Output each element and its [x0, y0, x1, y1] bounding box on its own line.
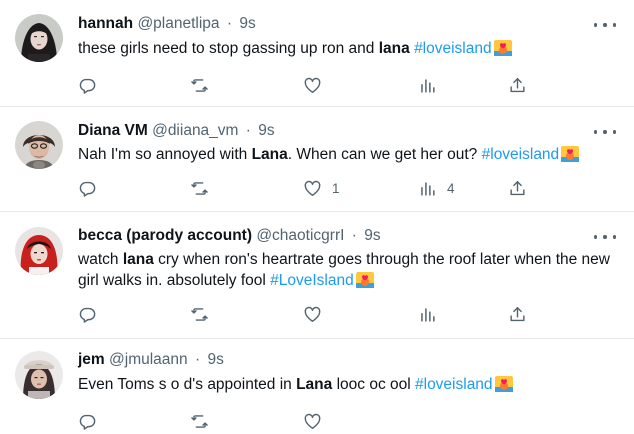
- share-button[interactable]: [508, 75, 527, 95]
- user-handle[interactable]: @chaoticgrrI: [256, 227, 344, 244]
- views-button[interactable]: 4: [418, 178, 455, 198]
- avatar[interactable]: [15, 121, 63, 169]
- retweet-icon: [191, 78, 208, 92]
- user-handle[interactable]: @diiana_vm: [152, 122, 238, 139]
- heart-icon: [304, 413, 321, 429]
- reply-icon: [79, 414, 96, 430]
- avatar[interactable]: [15, 14, 63, 62]
- display-name[interactable]: hannah: [78, 15, 133, 32]
- hashtag-link[interactable]: #loveisland: [414, 40, 492, 57]
- avatar[interactable]: [15, 227, 63, 275]
- tweet-actions: 1 4: [78, 178, 538, 198]
- timestamp[interactable]: 9s: [364, 227, 380, 244]
- tweet-text: Even Toms s o d's appointed in Lana looc…: [78, 374, 612, 395]
- tweet-actions: [78, 411, 538, 431]
- views-button[interactable]: [418, 75, 447, 95]
- text-segment: Nah I'm so annoyed with: [78, 146, 252, 163]
- views-button[interactable]: [418, 304, 447, 324]
- timestamp[interactable]: 9s: [207, 351, 223, 368]
- tweet[interactable]: hannah @planetlipa · 9s these girls need…: [0, 0, 634, 106]
- heart-icon: [304, 77, 321, 93]
- text-segment: these girls need to stop gassing up ron …: [78, 40, 379, 57]
- highlight-term: lana: [122, 251, 154, 268]
- heart-icon: [304, 180, 321, 196]
- love-island-sun-emoji-icon: [494, 376, 513, 392]
- display-name[interactable]: becca (parody account): [78, 227, 252, 244]
- highlight-term: Lana: [296, 376, 333, 393]
- share-button[interactable]: [508, 178, 527, 198]
- love-island-sun-emoji-icon: [561, 146, 580, 162]
- retweet-icon: [191, 307, 208, 321]
- tweet[interactable]: jem @jmulaann · 9s Even Toms s o d's app…: [0, 339, 634, 434]
- reply-button[interactable]: [78, 304, 107, 324]
- user-handle[interactable]: @jmulaann: [109, 351, 188, 368]
- reply-button[interactable]: [78, 75, 107, 95]
- retweet-button[interactable]: [190, 411, 219, 431]
- timeline-feed: hannah @planetlipa · 9s these girls need…: [0, 0, 634, 434]
- like-button[interactable]: [303, 411, 332, 431]
- tweet-header: jem @jmulaann · 9s: [78, 351, 224, 371]
- tweet-text: Nah I'm so annoyed with Lana. When can w…: [78, 144, 612, 165]
- separator-dot: ·: [226, 15, 233, 32]
- timestamp[interactable]: 9s: [258, 122, 274, 139]
- views-count: 4: [447, 180, 455, 196]
- retweet-icon: [191, 181, 208, 195]
- tweet-actions: [78, 304, 538, 324]
- heart-icon: [304, 306, 321, 322]
- like-button[interactable]: [303, 304, 332, 324]
- like-count: 1: [332, 180, 340, 196]
- display-name[interactable]: jem: [78, 351, 105, 368]
- reply-icon: [79, 307, 96, 323]
- reply-icon: [79, 78, 96, 94]
- more-options-icon[interactable]: [594, 17, 616, 33]
- tweet-header: becca (parody account) @chaoticgrrI · 9s: [78, 227, 381, 247]
- love-island-sun-emoji-icon: [355, 272, 374, 288]
- separator-dot: ·: [194, 351, 201, 368]
- separator-dot: ·: [351, 227, 357, 244]
- views-chart-icon: [421, 78, 435, 93]
- share-icon: [510, 306, 525, 321]
- hashtag-link[interactable]: #loveisland: [482, 146, 560, 163]
- retweet-button[interactable]: [190, 304, 219, 324]
- reply-button[interactable]: [78, 178, 107, 198]
- display-name[interactable]: Diana VM: [78, 122, 148, 139]
- views-chart-icon: [421, 181, 435, 196]
- like-button[interactable]: 1: [303, 178, 340, 198]
- tweet-actions: [78, 75, 538, 95]
- tweet-header: hannah @planetlipa · 9s: [78, 15, 256, 35]
- retweet-button[interactable]: [190, 178, 219, 198]
- user-handle[interactable]: @planetlipa: [137, 15, 219, 32]
- tweet-header: Diana VM @diiana_vm · 9s: [78, 122, 275, 142]
- like-button[interactable]: [303, 75, 332, 95]
- love-island-sun-emoji-icon: [493, 40, 512, 56]
- more-options-icon[interactable]: [594, 124, 616, 140]
- share-icon: [510, 77, 525, 92]
- views-chart-icon: [421, 307, 435, 322]
- tweet-text: these girls need to stop gassing up ron …: [78, 38, 612, 59]
- hashtag-link[interactable]: #loveisland: [415, 376, 493, 393]
- tweet[interactable]: becca (parody account) @chaoticgrrI · 9s…: [0, 212, 634, 338]
- more-options-icon[interactable]: [594, 229, 616, 245]
- avatar[interactable]: [15, 351, 63, 399]
- hashtag-link[interactable]: #LoveIsland: [270, 272, 354, 289]
- retweet-icon: [191, 414, 208, 428]
- share-button[interactable]: [508, 304, 527, 324]
- reply-button[interactable]: [78, 411, 107, 431]
- text-segment: . When can we get her out?: [287, 146, 482, 163]
- text-segment: looc oc ool: [332, 376, 415, 393]
- tweet-text: watch lana cry when ron's heartrate goes…: [78, 249, 612, 291]
- highlight-term: Lana: [251, 146, 288, 163]
- separator-dot: ·: [245, 122, 251, 139]
- share-icon: [510, 180, 525, 195]
- timestamp[interactable]: 9s: [239, 15, 255, 32]
- text-segment: watch: [78, 251, 123, 268]
- text-segment: Even Toms s o d's appointed in: [78, 376, 297, 393]
- reply-icon: [79, 181, 96, 197]
- tweet[interactable]: Diana VM @diiana_vm · 9s Nah I'm so anno…: [0, 107, 634, 211]
- highlight-term: lana: [378, 40, 410, 57]
- retweet-button[interactable]: [190, 75, 219, 95]
